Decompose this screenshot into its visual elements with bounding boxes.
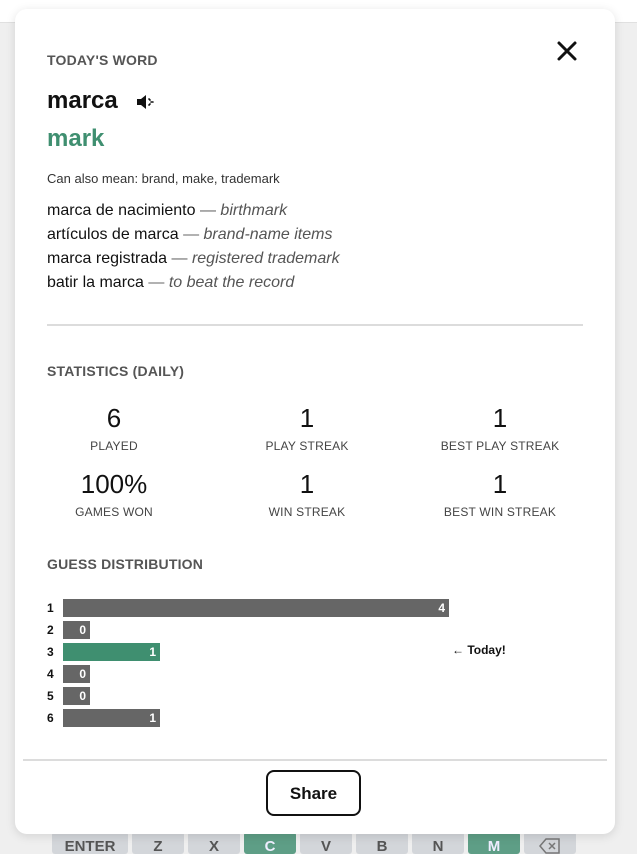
stat-win-streak: 1 WIN STREAK	[222, 469, 392, 519]
distribution-bar: 0	[63, 665, 90, 683]
distribution-bar: 1	[63, 643, 160, 661]
example-phrase: marca de nacimiento	[47, 202, 196, 219]
example-translation: to beat the record	[168, 274, 295, 291]
key-z[interactable]: Z	[132, 832, 184, 854]
key-backspace[interactable]	[524, 832, 576, 854]
stat-label: PLAY STREAK	[265, 439, 349, 453]
example-item: marca registrada — registered trademark	[47, 247, 340, 271]
example-translation: birthmark	[220, 202, 288, 219]
key-b[interactable]: B	[356, 832, 408, 854]
close-icon	[555, 41, 579, 67]
pronounce-button[interactable]	[135, 92, 157, 112]
example-separator: —	[171, 250, 188, 267]
stat-label: BEST WIN STREAK	[443, 505, 557, 519]
section-divider	[47, 324, 583, 326]
also-mean-text: Can also mean: brand, make, trademark	[47, 171, 280, 186]
example-phrase: artículos de marca	[47, 226, 179, 243]
footer-divider	[23, 759, 607, 761]
stat-best-win-streak: 1 BEST WIN STREAK	[415, 469, 585, 519]
word: marca	[47, 87, 118, 114]
distribution-bar: 0	[63, 621, 90, 639]
stat-value: 6	[106, 403, 122, 433]
example-separator: —	[199, 202, 216, 219]
word-translation: mark	[47, 125, 105, 152]
example-translation: brand-name items	[203, 226, 333, 243]
key-enter[interactable]: ENTER	[52, 832, 128, 854]
stat-value: 1	[492, 469, 508, 499]
example-list: marca de nacimiento — birthmark artículo…	[47, 199, 340, 295]
stat-value: 1	[492, 403, 508, 433]
distribution-guess-number: 5	[47, 689, 54, 703]
distribution-bar: 4	[63, 599, 449, 617]
guess-distribution-label: GUESS DISTRIBUTION	[47, 556, 204, 572]
example-phrase: batir la marca	[47, 274, 144, 291]
distribution-guess-number: 4	[47, 667, 54, 681]
today-indicator: ← Today!	[452, 643, 506, 657]
stat-label: WIN STREAK	[268, 505, 346, 519]
stat-label: PLAYED	[90, 439, 138, 453]
example-item: artículos de marca — brand-name items	[47, 223, 340, 247]
key-m[interactable]: M	[468, 832, 520, 854]
example-item: marca de nacimiento — birthmark	[47, 199, 340, 223]
stat-value: 1	[299, 469, 315, 499]
key-v[interactable]: V	[300, 832, 352, 854]
key-n[interactable]: N	[412, 832, 464, 854]
share-button[interactable]: Share	[266, 770, 361, 816]
statistics-label: STATISTICS (DAILY)	[47, 363, 185, 379]
stat-play-streak: 1 PLAY STREAK	[222, 403, 392, 453]
distribution-bar: 0	[63, 687, 90, 705]
distribution-bar: 1	[63, 709, 160, 727]
stat-value: 100%	[80, 469, 148, 499]
example-phrase: marca registrada	[47, 250, 168, 267]
stats-modal: TODAY'S WORD marca mark Can also mean: b…	[15, 9, 615, 834]
stat-label: BEST PLAY STREAK	[440, 439, 560, 453]
example-item: batir la marca — to beat the record	[47, 271, 340, 295]
example-separator: —	[148, 274, 165, 291]
key-x[interactable]: X	[188, 832, 240, 854]
stat-label: GAMES WON	[75, 505, 153, 519]
speaker-icon	[135, 95, 157, 116]
distribution-guess-number: 6	[47, 711, 54, 725]
stat-games-won: 100% GAMES WON	[29, 469, 199, 519]
example-separator: —	[183, 226, 200, 243]
distribution-guess-number: 1	[47, 601, 54, 615]
distribution-guess-number: 2	[47, 623, 54, 637]
todays-word-label: TODAY'S WORD	[47, 52, 158, 68]
stat-played: 6 PLAYED	[29, 403, 199, 453]
stat-best-play-streak: 1 BEST PLAY STREAK	[415, 403, 585, 453]
distribution-guess-number: 3	[47, 645, 54, 659]
stat-value: 1	[299, 403, 315, 433]
example-translation: registered trademark	[191, 250, 340, 267]
close-button[interactable]	[555, 39, 579, 63]
key-c[interactable]: C	[244, 832, 296, 854]
